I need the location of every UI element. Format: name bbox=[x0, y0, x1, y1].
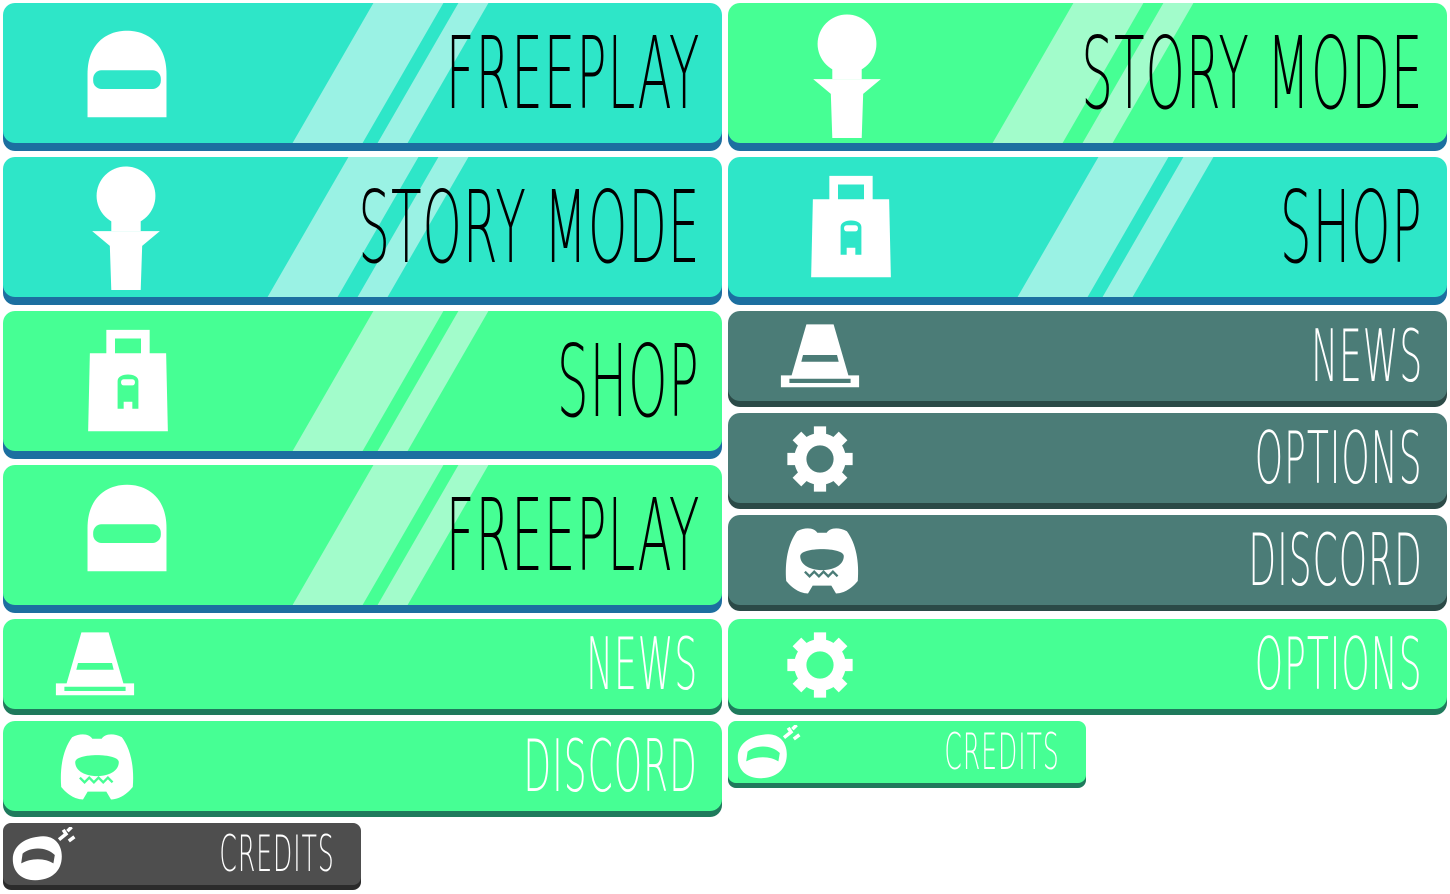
bag-icon bbox=[83, 329, 173, 433]
credits-button-gray[interactable]: CREDITS bbox=[3, 823, 361, 885]
discord-label: DISCORD bbox=[523, 724, 698, 808]
shop-button-green[interactable]: SHOP bbox=[3, 311, 722, 451]
helmet-icon bbox=[75, 481, 179, 575]
helmet-icon bbox=[75, 27, 179, 121]
credits-button-green[interactable]: CREDITS bbox=[728, 721, 1086, 783]
story-mode-button-teal[interactable]: STORY MODE bbox=[3, 157, 722, 297]
gear-icon bbox=[784, 631, 856, 699]
options-label: OPTIONS bbox=[1255, 416, 1423, 500]
freeplay-button-green[interactable]: FREEPLAY bbox=[3, 465, 722, 605]
news-button-green[interactable]: NEWS bbox=[3, 619, 722, 709]
discord-label: DISCORD bbox=[1248, 518, 1423, 602]
discord-icon bbox=[57, 731, 137, 801]
news-button-slate[interactable]: NEWS bbox=[728, 311, 1447, 401]
story-mode-button-green[interactable]: STORY MODE bbox=[728, 3, 1447, 143]
freeplay-label: FREEPLAY bbox=[445, 14, 700, 132]
shop-label: SHOP bbox=[1280, 168, 1423, 286]
credits-label: CREDITS bbox=[944, 723, 1060, 781]
freeplay-label: FREEPLAY bbox=[445, 476, 700, 594]
credits-face-icon bbox=[7, 827, 83, 883]
credits-label: CREDITS bbox=[219, 825, 335, 883]
options-button-slate[interactable]: OPTIONS bbox=[728, 413, 1447, 503]
traffic-cone-icon bbox=[47, 629, 143, 697]
news-label: NEWS bbox=[1310, 314, 1423, 398]
gear-icon bbox=[784, 425, 856, 493]
credits-face-icon bbox=[732, 725, 808, 781]
cone-head-icon bbox=[808, 13, 886, 138]
shop-label: SHOP bbox=[557, 322, 700, 440]
discord-icon bbox=[782, 525, 862, 595]
cone-head-icon bbox=[87, 165, 165, 290]
story-mode-label: STORY MODE bbox=[357, 168, 700, 286]
story-mode-label: STORY MODE bbox=[1080, 14, 1423, 132]
news-label: NEWS bbox=[585, 622, 698, 706]
discord-button-slate[interactable]: DISCORD bbox=[728, 515, 1447, 605]
shop-button-teal[interactable]: SHOP bbox=[728, 157, 1447, 297]
options-button-green[interactable]: OPTIONS bbox=[728, 619, 1447, 709]
traffic-cone-icon bbox=[772, 321, 868, 389]
bag-icon bbox=[806, 175, 896, 279]
options-label: OPTIONS bbox=[1255, 622, 1423, 706]
freeplay-button-teal[interactable]: FREEPLAY bbox=[3, 3, 722, 143]
discord-button-green[interactable]: DISCORD bbox=[3, 721, 722, 811]
